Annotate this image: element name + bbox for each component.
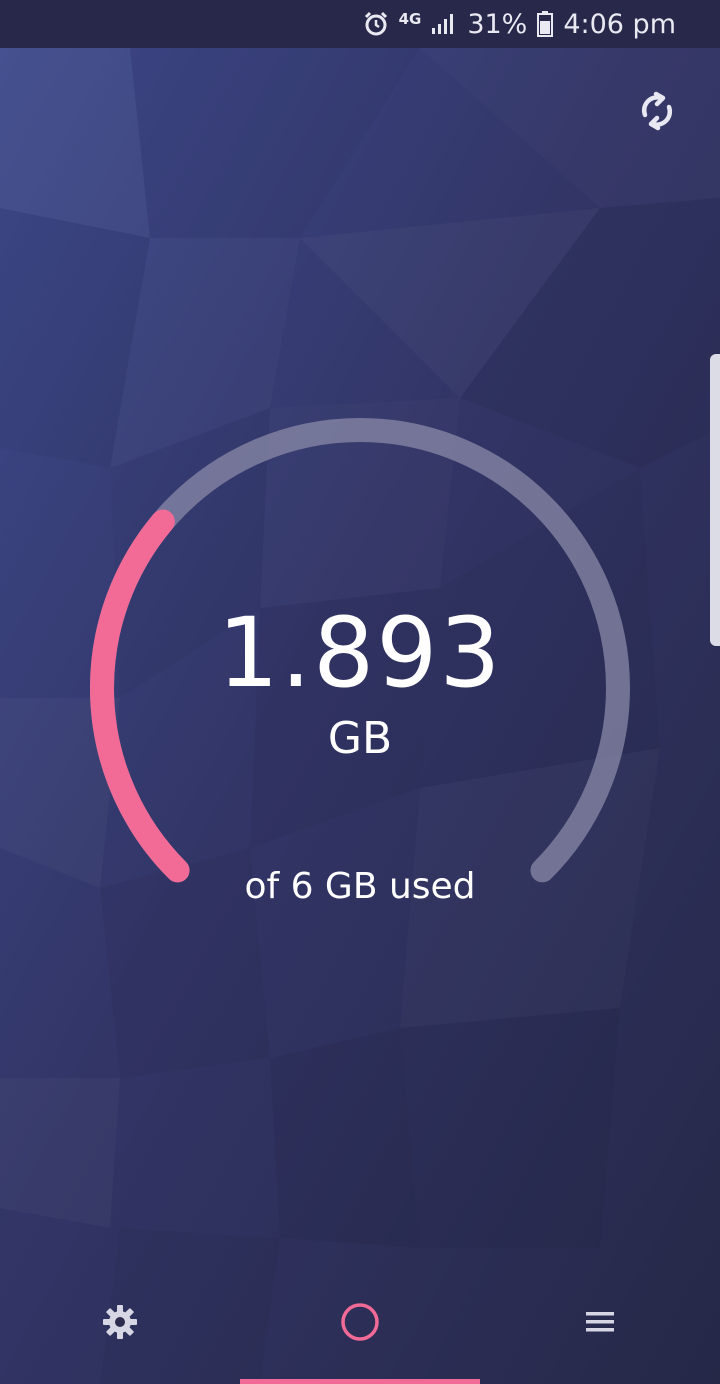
usage-value: 1.893 bbox=[217, 597, 503, 709]
usage-unit: GB bbox=[327, 713, 393, 764]
nav-menu[interactable] bbox=[480, 1260, 720, 1384]
status-bar: 4G 31% 4:06 pm bbox=[0, 0, 720, 48]
network-type: 4G bbox=[398, 10, 422, 28]
refresh-icon bbox=[641, 91, 673, 131]
menu-icon bbox=[586, 1312, 614, 1332]
usage-caption: of 6 GB used bbox=[244, 866, 476, 907]
nav-home[interactable] bbox=[240, 1260, 480, 1384]
battery-icon bbox=[537, 11, 554, 37]
bottom-navigation bbox=[0, 1260, 720, 1384]
alarm-icon bbox=[363, 11, 389, 37]
refresh-button[interactable] bbox=[634, 88, 680, 134]
signal-icon bbox=[431, 12, 457, 36]
gear-icon bbox=[103, 1305, 137, 1339]
clock: 4:06 pm bbox=[563, 8, 676, 40]
circle-home-icon bbox=[341, 1303, 379, 1341]
active-tab-indicator bbox=[240, 1379, 480, 1384]
nav-settings[interactable] bbox=[0, 1260, 240, 1384]
battery-percent: 31% bbox=[467, 8, 528, 40]
